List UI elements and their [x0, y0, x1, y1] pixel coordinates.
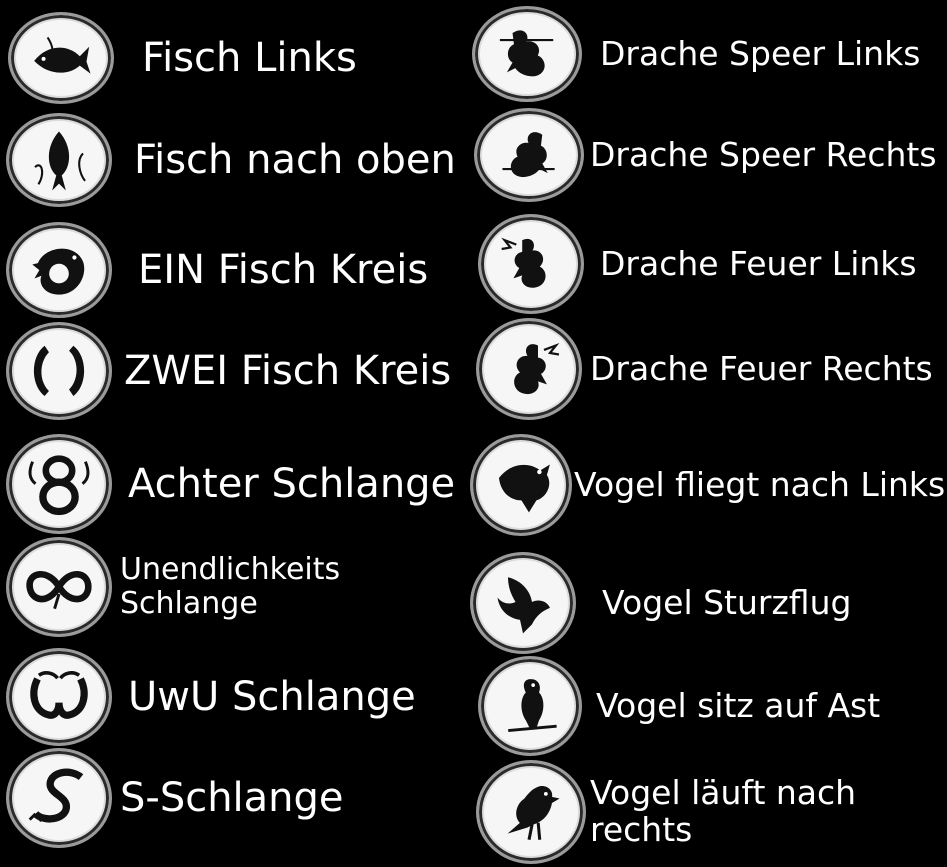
item-label: Drache Feuer Rechts	[590, 348, 933, 388]
list-item: S-Schlange	[6, 748, 344, 848]
list-item: ZWEI Fisch Kreis	[6, 322, 451, 420]
item-label: Fisch nach oben	[134, 136, 456, 183]
dragon-spear-right-icon	[474, 108, 584, 202]
list-item: Drache Feuer Links	[478, 214, 917, 314]
list-item: UwU Schlange	[6, 648, 416, 746]
two-fish-circle-icon	[6, 322, 112, 420]
item-label: S-Schlange	[120, 774, 344, 821]
item-label: Achter Schlange	[128, 460, 456, 507]
bird-walking-right-icon	[476, 760, 586, 864]
uwu-snake-icon	[6, 648, 112, 746]
list-item: Fisch nach oben	[6, 113, 456, 207]
fish-up-icon	[6, 113, 112, 207]
list-item: EIN Fisch Kreis	[6, 222, 428, 318]
list-item: Vogel sitz auf Ast	[478, 656, 880, 756]
figure-eight-snake-icon	[6, 434, 112, 534]
list-item: Drache Speer Rechts	[474, 108, 937, 202]
item-label: Drache Feuer Links	[600, 243, 917, 283]
list-item: Drache Speer Links	[472, 6, 920, 102]
bird-diving-icon	[470, 552, 576, 654]
bird-flying-left-icon	[470, 434, 572, 536]
item-label: Vogel sitz auf Ast	[596, 685, 881, 725]
infinity-snake-icon	[6, 537, 112, 637]
fish-left-icon	[8, 12, 114, 104]
dragon-fire-right-icon	[476, 318, 582, 420]
item-label: Fisch Links	[142, 34, 357, 81]
item-label: UwU Schlange	[128, 673, 416, 720]
list-item: Fisch Links	[8, 12, 357, 104]
item-label: Drache Speer Links	[600, 33, 921, 73]
item-label: Vogel fliegt nach Links	[574, 464, 946, 504]
dragon-fire-left-icon	[478, 214, 584, 314]
list-item: Drache Feuer Rechts	[476, 318, 933, 420]
list-item: Unendlichkeits Schlange	[6, 537, 380, 637]
bird-on-branch-icon	[478, 656, 582, 756]
item-label: EIN Fisch Kreis	[138, 246, 429, 293]
item-label: Drache Speer Rechts	[590, 134, 937, 174]
s-snake-icon	[6, 748, 112, 848]
item-label: Vogel läuft nach rechts	[590, 773, 857, 849]
item-label: Vogel Sturzflug	[602, 582, 852, 622]
list-item: Vogel Sturzflug	[470, 552, 851, 654]
one-fish-circle-icon	[6, 222, 112, 318]
list-item: Vogel läuft nach rechts	[476, 760, 870, 864]
list-item: Achter Schlange	[6, 434, 455, 534]
list-item: Vogel fliegt nach Links	[470, 434, 945, 536]
item-label: Unendlichkeits Schlange	[120, 552, 341, 621]
item-label: ZWEI Fisch Kreis	[124, 347, 452, 394]
dragon-spear-left-icon	[472, 6, 582, 102]
